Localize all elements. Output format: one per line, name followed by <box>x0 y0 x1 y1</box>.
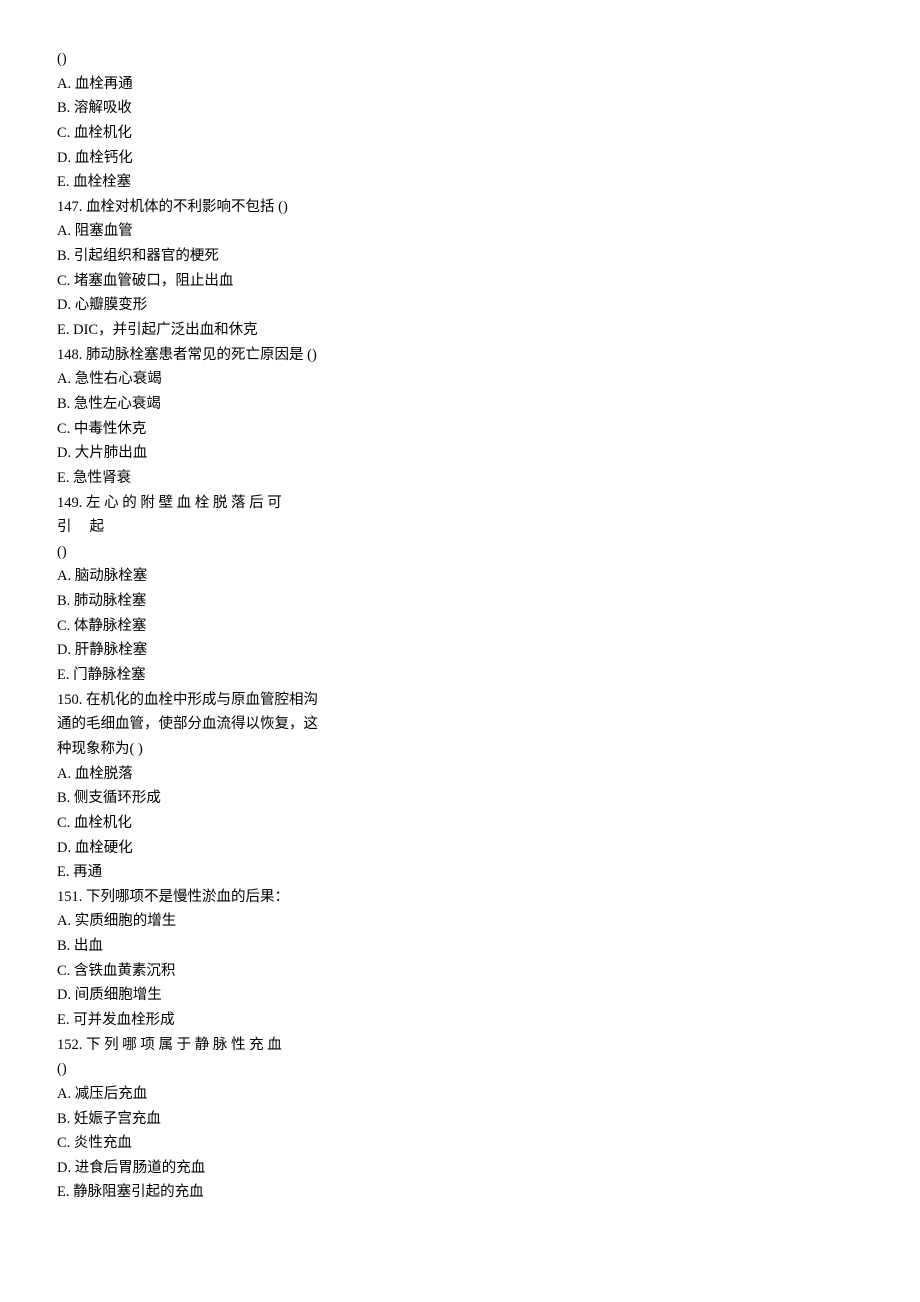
q146-option-d: D. 血栓钙化 <box>57 146 863 171</box>
q147-stem: 147. 血栓对机体的不利影响不包括 () <box>57 195 863 220</box>
q150-stem-line1: 150. 在机化的血栓中形成与原血管腔相沟 <box>57 688 863 713</box>
q152-option-c: C. 炎性充血 <box>57 1131 863 1156</box>
q146-paren: () <box>57 47 863 72</box>
q149-stem-line2: 引 起 <box>57 515 863 540</box>
q150-option-c: C. 血栓机化 <box>57 811 863 836</box>
q152-option-a: A. 减压后充血 <box>57 1082 863 1107</box>
q148-option-c: C. 中毒性休克 <box>57 417 863 442</box>
q151-option-a: A. 实质细胞的增生 <box>57 909 863 934</box>
q152-option-d: D. 进食后胃肠道的充血 <box>57 1156 863 1181</box>
q149-option-d: D. 肝静脉栓塞 <box>57 638 863 663</box>
q146-option-c: C. 血栓机化 <box>57 121 863 146</box>
q147-option-a: A. 阻塞血管 <box>57 219 863 244</box>
q146-option-a: A. 血栓再通 <box>57 72 863 97</box>
q150-option-e: E. 再通 <box>57 860 863 885</box>
q150-option-a: A. 血栓脱落 <box>57 762 863 787</box>
q151-option-e: E. 可并发血栓形成 <box>57 1008 863 1033</box>
q150-option-d: D. 血栓硬化 <box>57 836 863 861</box>
q148-stem: 148. 肺动脉栓塞患者常见的死亡原因是 () <box>57 343 863 368</box>
q151-option-b: B. 出血 <box>57 934 863 959</box>
q146-option-b: B. 溶解吸收 <box>57 96 863 121</box>
q149-stem-line1: 149. 左 心 的 附 壁 血 栓 脱 落 后 可 <box>57 491 863 516</box>
q149-option-c: C. 体静脉栓塞 <box>57 614 863 639</box>
q148-option-a: A. 急性右心衰竭 <box>57 367 863 392</box>
q148-option-e: E. 急性肾衰 <box>57 466 863 491</box>
q151-option-c: C. 含铁血黄素沉积 <box>57 959 863 984</box>
q148-option-b: B. 急性左心衰竭 <box>57 392 863 417</box>
q151-option-d: D. 间质细胞增生 <box>57 983 863 1008</box>
q149-option-a: A. 脑动脉栓塞 <box>57 564 863 589</box>
q150-stem-line3: 种现象称为( ) <box>57 737 863 762</box>
q146-option-e: E. 血栓栓塞 <box>57 170 863 195</box>
q152-option-b: B. 妊娠子宫充血 <box>57 1107 863 1132</box>
q147-option-b: B. 引起组织和器官的梗死 <box>57 244 863 269</box>
q149-option-b: B. 肺动脉栓塞 <box>57 589 863 614</box>
q147-option-c: C. 堵塞血管破口，阻止出血 <box>57 269 863 294</box>
q152-paren: () <box>57 1057 863 1082</box>
q151-stem: 151. 下列哪项不是慢性淤血的后果： <box>57 885 863 910</box>
q150-stem-line2: 通的毛细血管，使部分血流得以恢复，这 <box>57 712 863 737</box>
q152-stem-line1: 152. 下 列 哪 项 属 于 静 脉 性 充 血 <box>57 1033 863 1058</box>
q152-option-e: E. 静脉阻塞引起的充血 <box>57 1180 863 1205</box>
q149-option-e: E. 门静脉栓塞 <box>57 663 863 688</box>
q150-option-b: B. 侧支循环形成 <box>57 786 863 811</box>
q148-option-d: D. 大片肺出血 <box>57 441 863 466</box>
q147-option-e: E. DIC，并引起广泛出血和休克 <box>57 318 863 343</box>
q149-paren: () <box>57 540 863 565</box>
q147-option-d: D. 心瓣膜变形 <box>57 293 863 318</box>
